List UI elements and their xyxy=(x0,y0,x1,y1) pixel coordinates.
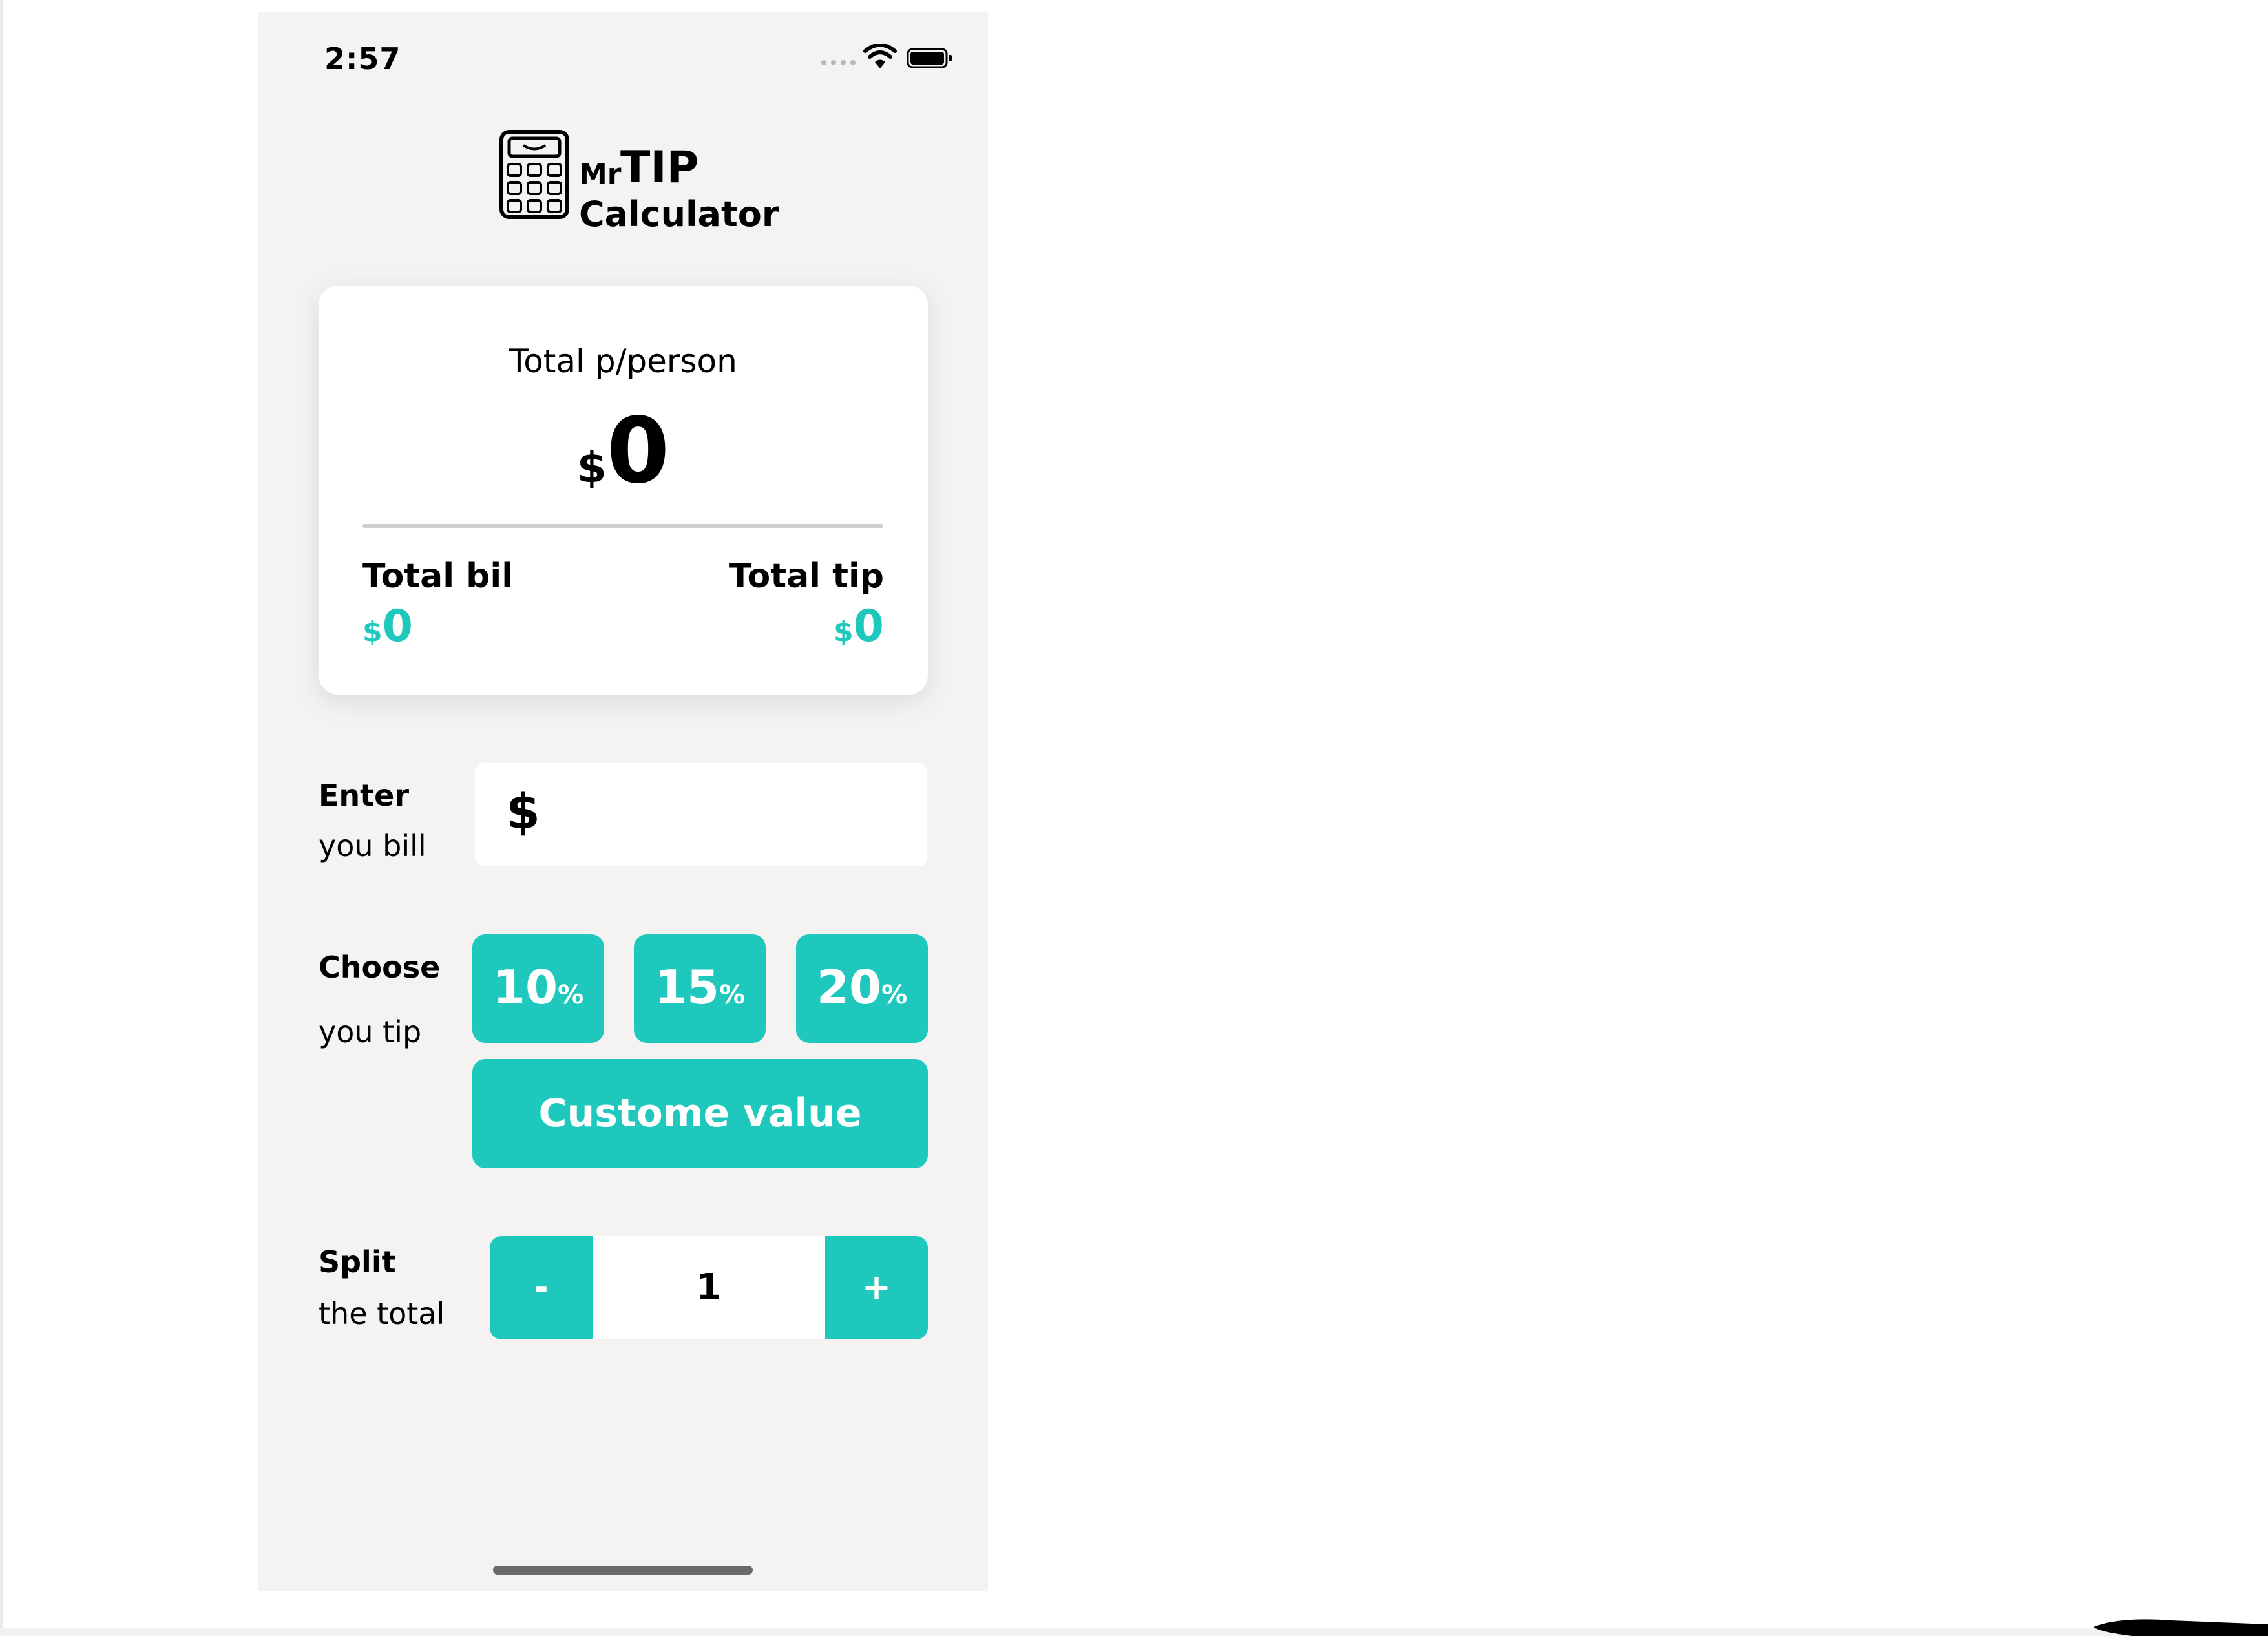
tip-15-unit: % xyxy=(719,980,746,1010)
app-logo: Mr TIP Calculator xyxy=(499,129,779,235)
phone-screen: 2:57 Mr TIP Calculator Total p/person $0… xyxy=(258,12,988,1591)
total-tip-value: 0 xyxy=(853,601,884,652)
split-increment-button[interactable]: + xyxy=(825,1236,928,1339)
total-tip-amount: $0 xyxy=(834,601,884,652)
battery-icon xyxy=(907,48,952,68)
total-tip-label: Total tip xyxy=(728,557,884,596)
split-label-light: the total xyxy=(319,1296,445,1331)
logo-tip-text: TIP xyxy=(620,142,699,193)
brush-stroke-mark xyxy=(2094,1619,2268,1636)
tip-10-value: 10 xyxy=(492,960,558,1014)
split-decrement-button[interactable]: - xyxy=(490,1236,593,1339)
total-bill-amount: $0 xyxy=(362,601,413,652)
tip-10-button[interactable]: 10% xyxy=(472,934,604,1043)
bill-label-light: you bill xyxy=(319,828,426,863)
split-label-bold: Split xyxy=(319,1244,396,1279)
per-person-value: 0 xyxy=(606,399,670,504)
status-time: 2:57 xyxy=(324,41,401,76)
window-left-edge xyxy=(0,0,3,1636)
total-tip-currency: $ xyxy=(834,615,854,648)
wifi-icon xyxy=(863,44,897,68)
tip-15-value: 15 xyxy=(654,960,720,1014)
bill-input-box[interactable]: $ xyxy=(475,763,927,866)
split-stepper: - 1 + xyxy=(490,1236,928,1339)
calculator-icon xyxy=(499,130,569,219)
logo-calculator-text: Calculator xyxy=(579,194,779,235)
tip-label-bold: Choose xyxy=(319,950,441,985)
tip-label-light: you tip xyxy=(319,1014,422,1049)
split-count: 1 xyxy=(593,1236,825,1339)
tip-10-unit: % xyxy=(558,980,584,1010)
total-bill-value: 0 xyxy=(382,601,413,652)
bill-input[interactable] xyxy=(552,776,917,855)
per-person-currency: $ xyxy=(576,443,607,492)
total-bill-currency: $ xyxy=(362,615,383,648)
window-bottom-strip xyxy=(0,1628,2268,1636)
card-divider xyxy=(362,524,883,528)
tip-20-value: 20 xyxy=(816,960,882,1014)
tip-15-button[interactable]: 15% xyxy=(634,934,766,1043)
bill-currency-symbol: $ xyxy=(506,782,540,840)
result-card: Total p/person $0 Total bil $0 Total tip… xyxy=(319,286,928,695)
per-person-title: Total p/person xyxy=(509,342,737,380)
logo-mr-text: Mr xyxy=(579,158,622,191)
home-indicator[interactable] xyxy=(493,1566,753,1575)
per-person-amount: $0 xyxy=(319,399,928,504)
bill-label-bold: Enter xyxy=(319,778,410,813)
custom-value-button[interactable]: Custome value xyxy=(472,1059,928,1168)
tip-20-button[interactable]: 20% xyxy=(796,934,928,1043)
total-bill-label: Total bil xyxy=(362,557,514,596)
cellular-signal-icon xyxy=(821,60,856,65)
tip-20-unit: % xyxy=(881,980,908,1010)
